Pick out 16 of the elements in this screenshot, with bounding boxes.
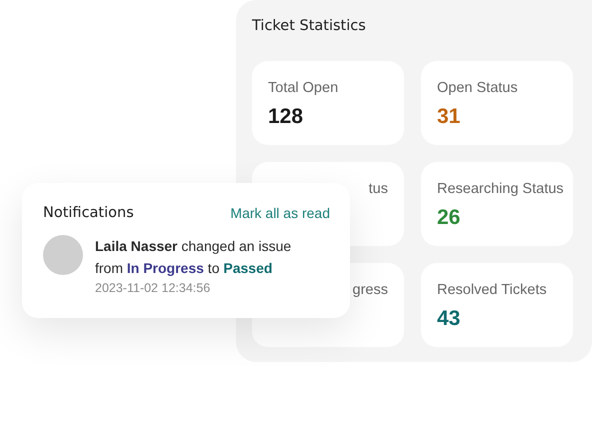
card-label: Open Status [437, 79, 519, 98]
card-label: Total Open [268, 79, 340, 98]
card-label: Resolved Tickets [437, 281, 548, 300]
avatar [43, 235, 83, 275]
card-value: 43 [437, 306, 462, 332]
timestamp: 2023-11-02 12:34:56 [95, 281, 210, 295]
panel-title: Ticket Statistics [252, 17, 367, 36]
card-value: 128 [268, 104, 304, 130]
card-label: tus [368, 180, 389, 199]
notification-message: Laila Nasser changed an issue from In Progress to Passed [95, 237, 292, 278]
card-label: Researching Status [437, 180, 561, 199]
card-value: 26 [437, 205, 462, 231]
card-label: gress [352, 281, 389, 300]
mark-all-read-link[interactable]: Mark all as read [230, 205, 330, 221]
notification-title: Notifications [43, 205, 134, 221]
card-value: 31 [437, 104, 462, 130]
